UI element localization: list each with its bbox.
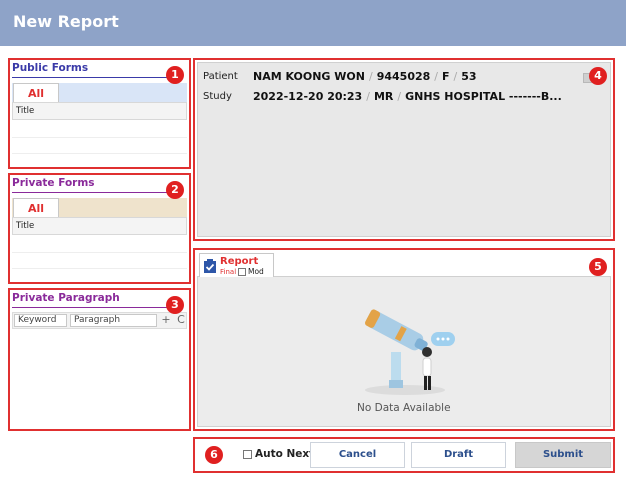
table-row: [12, 252, 187, 253]
patient-label: Patient: [203, 71, 238, 82]
callout-badge-2: 2: [166, 181, 184, 199]
cancel-button[interactable]: Cancel: [310, 442, 405, 468]
private-forms-panel: Private Forms All Title 2: [8, 173, 191, 284]
report-status: Final: [220, 268, 237, 276]
patient-sex: F: [442, 70, 450, 83]
app-header: New Report: [0, 0, 626, 46]
private-paragraph-underline: [12, 307, 167, 308]
auto-next-label: Auto Next: [255, 448, 315, 460]
callout-badge-3: 3: [166, 296, 184, 314]
public-forms-panel: Public Forms All Title 1: [8, 58, 191, 169]
private-forms-title: Private Forms: [12, 177, 95, 189]
tab-private-all[interactable]: All: [13, 198, 59, 218]
private-forms-column-title[interactable]: Title: [12, 217, 187, 235]
footer-actions: 6 Auto Next Cancel Draft Submit: [193, 437, 615, 473]
auto-next-checkbox[interactable]: [243, 450, 252, 459]
add-icon[interactable]: +: [160, 314, 172, 327]
report-panel: Report Final Mod No Data Available 5: [193, 248, 615, 431]
no-data-text: No Data Available: [357, 402, 451, 414]
callout-badge-4: 4: [589, 67, 607, 85]
private-forms-underline: [12, 192, 167, 193]
private-paragraph-title: Private Paragraph: [12, 292, 120, 304]
study-summary: 2022-12-20 20:23/MR / GNHS HOSPITAL ------…: [253, 90, 562, 103]
paragraph-search-bar: Keyword Paragraph + C: [12, 312, 187, 329]
keyword-input[interactable]: Keyword: [14, 314, 67, 327]
mod-label: Mod: [248, 267, 264, 276]
study-hospital: GNHS HOSPITAL -------B...: [405, 90, 562, 103]
patient-summary: NAM KOONG WON/9445028/F/53: [253, 70, 477, 83]
patient-id: 9445028: [376, 70, 431, 83]
report-tab[interactable]: Report Final Mod: [199, 253, 274, 277]
submit-button[interactable]: Submit: [515, 442, 611, 468]
table-row: [12, 137, 187, 138]
tab-public-all[interactable]: All: [13, 83, 59, 103]
report-tab-label: Report: [220, 256, 259, 267]
public-forms-column-title[interactable]: Title: [12, 102, 187, 120]
patient-name: NAM KOONG WON: [253, 70, 365, 83]
callout-badge-5: 5: [589, 258, 607, 276]
page-title: New Report: [13, 12, 119, 31]
callout-badge-1: 1: [166, 66, 184, 84]
public-forms-tabbar: All: [12, 83, 187, 103]
public-forms-title: Public Forms: [12, 62, 89, 74]
study-label: Study: [203, 91, 232, 102]
private-forms-tabbar: All: [12, 198, 187, 218]
refresh-icon[interactable]: C: [175, 314, 187, 327]
telescope-illustration: [364, 309, 455, 395]
table-row: [12, 153, 187, 154]
callout-badge-6: 6: [205, 446, 223, 464]
paragraph-input[interactable]: Paragraph: [70, 314, 157, 327]
patient-info-box: Patient NAM KOONG WON/9445028/F/53 Study…: [197, 62, 611, 237]
mod-checkbox[interactable]: [238, 268, 246, 276]
patient-age: 53: [461, 70, 477, 83]
draft-button[interactable]: Draft: [411, 442, 506, 468]
table-row: [12, 268, 187, 269]
private-paragraph-panel: Private Paragraph Keyword Paragraph + C …: [8, 288, 191, 431]
report-check-icon: [204, 259, 216, 273]
public-forms-underline: [12, 77, 167, 78]
study-modality: MR: [373, 90, 394, 103]
patient-info-panel: Patient NAM KOONG WON/9445028/F/53 Study…: [193, 58, 615, 241]
study-date: 2022-12-20 20:23: [253, 90, 363, 103]
